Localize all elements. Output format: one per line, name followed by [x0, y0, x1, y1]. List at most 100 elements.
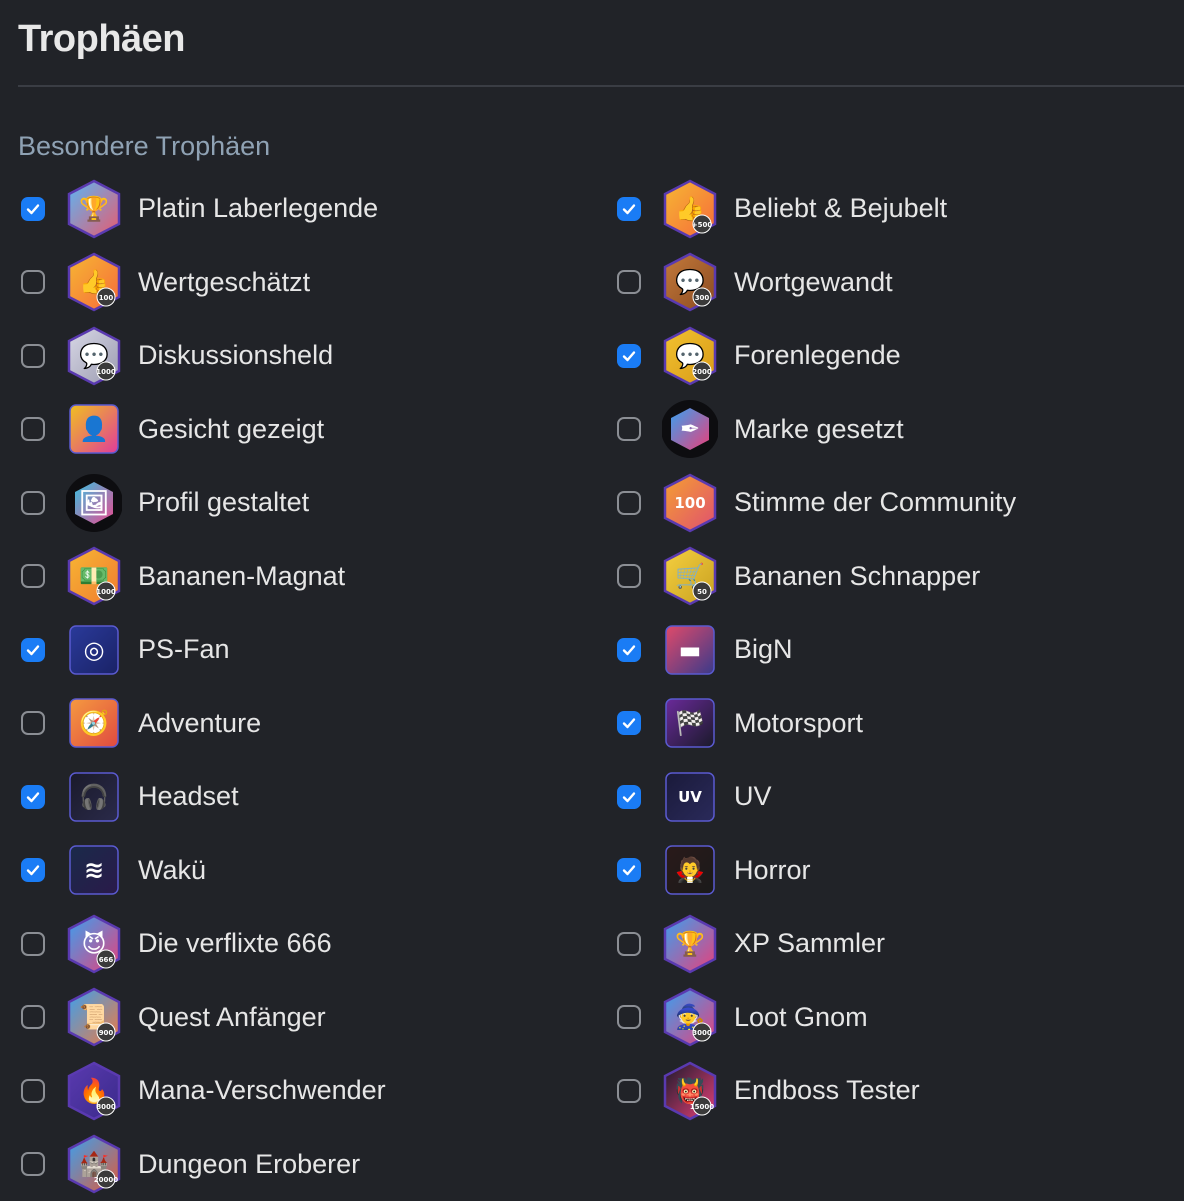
- trophy-label: Marke gesetzt: [734, 414, 904, 445]
- page-title: Trophäen: [18, 18, 185, 61]
- svg-text:100: 100: [674, 494, 705, 512]
- pen-icon: ✒: [662, 399, 718, 459]
- trophy-checkbox[interactable]: [21, 1005, 45, 1029]
- trophy-item[interactable]: 💬2000Forenlegende: [614, 319, 1184, 393]
- uv-icon: UV: [662, 767, 718, 827]
- chat-bubble-icon: 💬300: [662, 252, 718, 312]
- svg-text:🧭: 🧭: [79, 709, 109, 737]
- svg-text:900: 900: [99, 1029, 114, 1037]
- trophy-item[interactable]: 👤Gesicht gezeigt: [18, 393, 614, 467]
- checkmark-icon: [621, 715, 637, 731]
- svg-text:🎧: 🎧: [79, 783, 109, 811]
- trophy-checkbox[interactable]: [617, 270, 641, 294]
- trophy-checkbox[interactable]: [21, 270, 45, 294]
- trophy-checkbox[interactable]: [617, 1079, 641, 1103]
- trophy-item[interactable]: 🧙3000Loot Gnom: [614, 981, 1184, 1055]
- trophy-item[interactable]: 🏁 Motorsport: [614, 687, 1184, 761]
- trophy-label: Platin Laberlegende: [138, 193, 378, 224]
- trophy-checkbox[interactable]: [21, 785, 45, 809]
- trophy-item[interactable]: 🧛Horror: [614, 834, 1184, 908]
- trophy-checkbox[interactable]: [617, 711, 641, 735]
- trophy-item[interactable]: 👹15000Endboss Tester: [614, 1054, 1184, 1128]
- trophy-checkbox[interactable]: [21, 417, 45, 441]
- thumbs-up-icon: 👍+500: [662, 179, 718, 239]
- trophy-item[interactable]: 🖼Profil gestaltet: [18, 466, 614, 540]
- trophy-checkbox[interactable]: [617, 1005, 641, 1029]
- trophy-label: Mana-Verschwender: [138, 1075, 386, 1106]
- trophy-checkbox[interactable]: [21, 564, 45, 588]
- trophy-label: BigN: [734, 634, 793, 665]
- trophy-checkbox[interactable]: [21, 197, 45, 221]
- trophy-checkbox[interactable]: [617, 491, 641, 515]
- checkmark-icon: [25, 201, 41, 217]
- svg-text:3000: 3000: [692, 1029, 712, 1037]
- trophy-checkbox[interactable]: [617, 344, 641, 368]
- checkmark-icon: [621, 789, 637, 805]
- trophy-label: Bananen-Magnat: [138, 561, 345, 592]
- trophy-checkbox[interactable]: [21, 344, 45, 368]
- trophy-checkbox[interactable]: [21, 638, 45, 662]
- trophy-checkbox[interactable]: [617, 785, 641, 809]
- checkmark-icon: [621, 862, 637, 878]
- horror-icon: 🧛: [662, 840, 718, 900]
- trophy-checkbox[interactable]: [617, 197, 641, 221]
- trophy-checkbox[interactable]: [21, 491, 45, 515]
- trophy-item[interactable]: 🏰20000Dungeon Eroberer: [18, 1128, 614, 1201]
- svg-text:UV: UV: [678, 788, 702, 806]
- trophy-item[interactable]: 💬1000 Diskussionsheld: [18, 319, 614, 393]
- title-divider: [18, 85, 1184, 87]
- section-title: Besondere Trophäen: [18, 131, 270, 162]
- trophy-item[interactable]: 🎧 Headset: [18, 760, 614, 834]
- svg-text:50: 50: [697, 588, 707, 596]
- trophy-item[interactable]: 😈666Die verflixte 666: [18, 907, 614, 981]
- trophy-checkbox[interactable]: [21, 858, 45, 882]
- svg-text:🏁: 🏁: [675, 709, 705, 737]
- trophy-label: UV: [734, 781, 772, 812]
- trophy-checkbox[interactable]: [21, 711, 45, 735]
- trophy-item[interactable]: 100 Stimme der Community: [614, 466, 1184, 540]
- trophy-item[interactable]: 📜900Quest Anfänger: [18, 981, 614, 1055]
- trophy-checkbox[interactable]: [21, 932, 45, 956]
- trophy-item[interactable]: 🛒50Bananen Schnapper: [614, 540, 1184, 614]
- svg-text:+500: +500: [692, 221, 713, 229]
- trophy-item[interactable]: 🏆 Platin Laberlegende: [18, 172, 614, 246]
- trophy-checkbox[interactable]: [21, 1079, 45, 1103]
- trophy-label: Motorsport: [734, 708, 863, 739]
- trophy-checkbox[interactable]: [617, 932, 641, 956]
- trophy-checkbox[interactable]: [617, 858, 641, 882]
- svg-text:2000: 2000: [692, 368, 712, 376]
- trophy-label: Diskussionsheld: [138, 340, 333, 371]
- checkmark-icon: [621, 348, 637, 364]
- trophy-item[interactable]: 💬300Wortgewandt: [614, 246, 1184, 320]
- trophy-item[interactable]: 🔥8000Mana-Verschwender: [18, 1054, 614, 1128]
- svg-text:🏆: 🏆: [79, 195, 109, 223]
- trophy-checkbox[interactable]: [617, 564, 641, 588]
- chat-bubble-icon: 💬2000: [662, 326, 718, 386]
- trophy-checkbox[interactable]: [617, 417, 641, 441]
- svg-text:🖼: 🖼: [79, 489, 109, 517]
- chat-bubble-icon: 💬1000: [66, 326, 122, 386]
- trophy-label: Stimme der Community: [734, 487, 1016, 518]
- trophy-label: Beliebt & Bejubelt: [734, 193, 947, 224]
- trophy-item[interactable]: UV UV: [614, 760, 1184, 834]
- trophy-item[interactable]: 👍+500 Beliebt & Bejubelt: [614, 172, 1184, 246]
- trophy-item[interactable]: ≋Wakü: [18, 834, 614, 908]
- trophy-label: Headset: [138, 781, 239, 812]
- trophy-item[interactable]: 🏆XP Sammler: [614, 907, 1184, 981]
- trophy-checkbox[interactable]: [21, 1152, 45, 1176]
- trophy-label: XP Sammler: [734, 928, 885, 959]
- trophy-checkbox[interactable]: [617, 638, 641, 662]
- svg-text:▬: ▬: [679, 636, 702, 664]
- trophy-label: Wakü: [138, 855, 206, 886]
- trophy-item[interactable]: 🧭Adventure: [18, 687, 614, 761]
- headset-icon: 🎧: [66, 767, 122, 827]
- trophy-item[interactable]: 👍100Wertgeschätzt: [18, 246, 614, 320]
- svg-text:15000: 15000: [690, 1103, 714, 1111]
- trophy-item[interactable]: ◎PS-Fan: [18, 613, 614, 687]
- trophy-item[interactable]: ▬ BigN: [614, 613, 1184, 687]
- trophy-item[interactable]: 💵1000Bananen-Magnat: [18, 540, 614, 614]
- checkmark-icon: [621, 201, 637, 217]
- trophy-item[interactable]: ✒ Marke gesetzt: [614, 393, 1184, 467]
- checkmark-icon: [25, 642, 41, 658]
- svg-text:300: 300: [695, 294, 710, 302]
